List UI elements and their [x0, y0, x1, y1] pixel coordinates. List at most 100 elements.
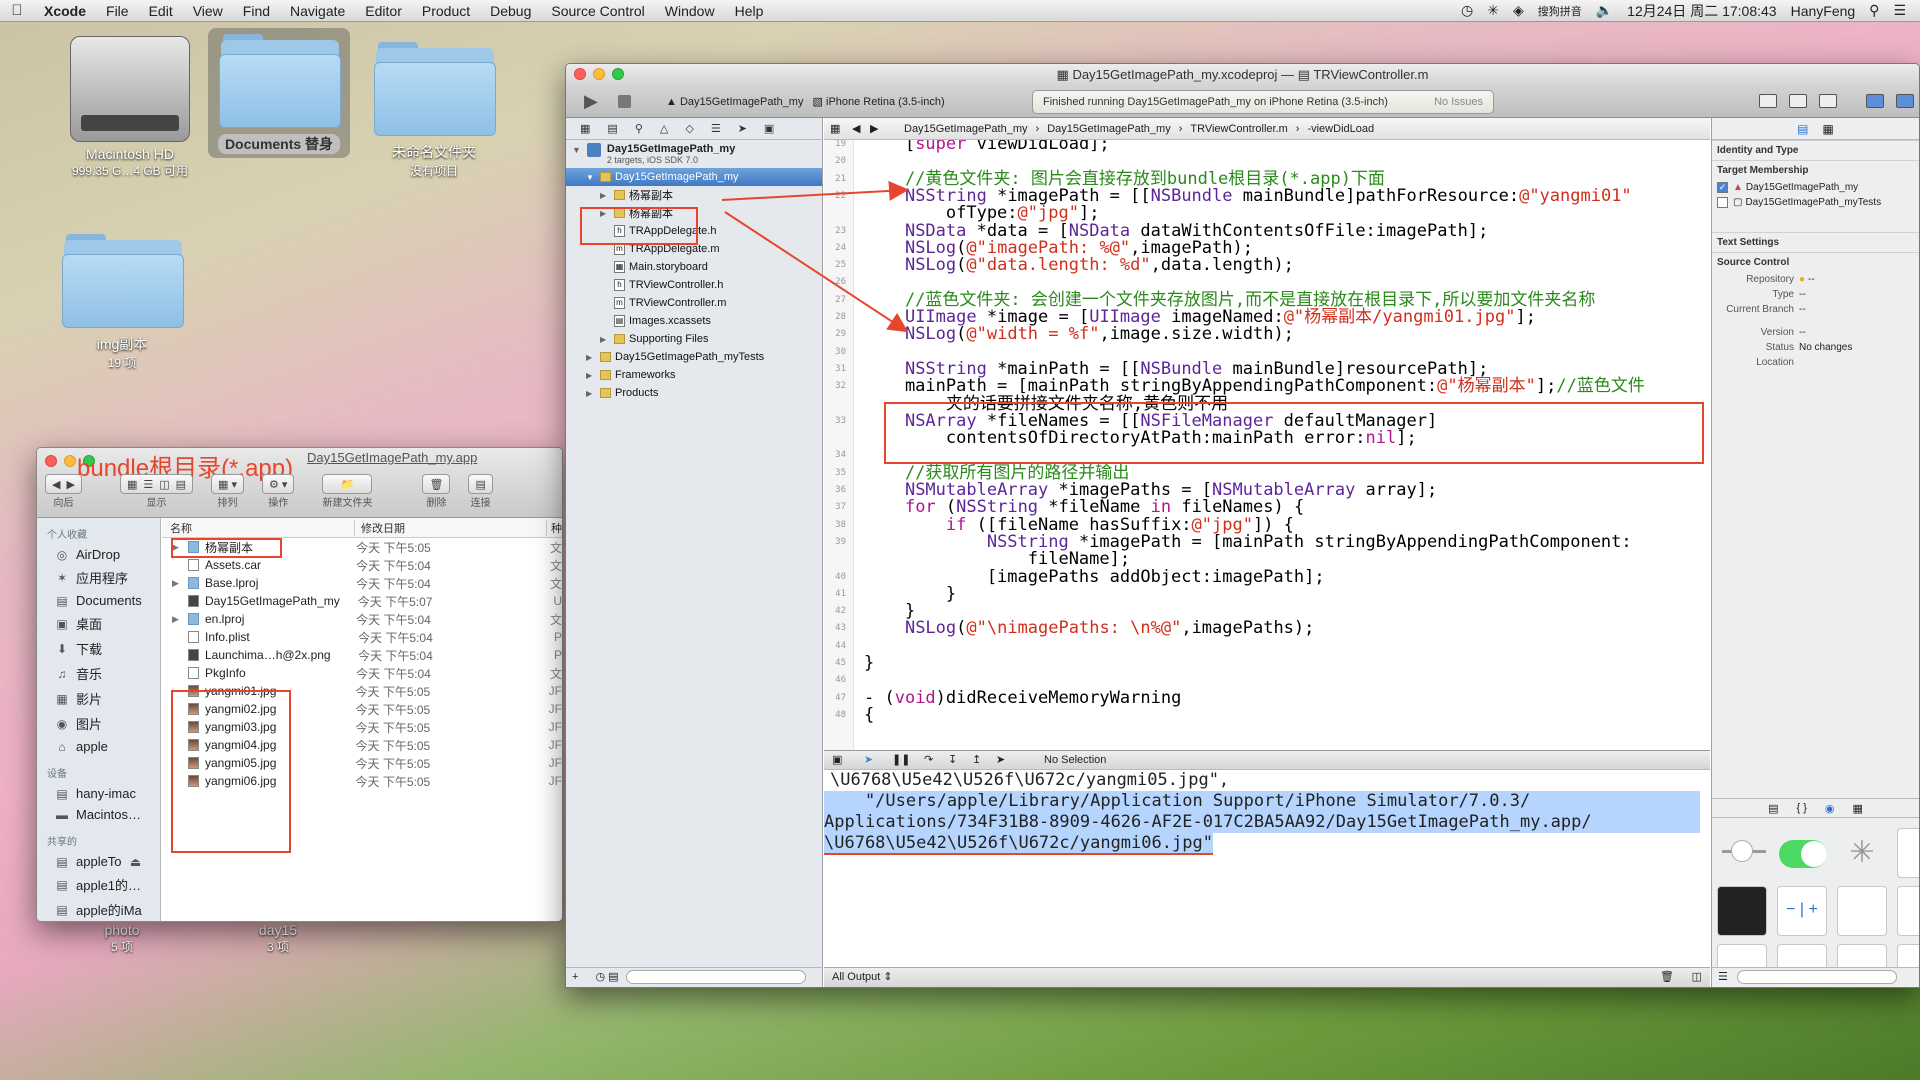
file-row[interactable]: ▶ en.lproj 今天 下午5:04 文 [162, 610, 562, 628]
file-row[interactable]: ▶ 杨幂副本 今天 下午5:05 文 [162, 538, 562, 556]
desktop-icon-untitled-folder[interactable]: 未命名文件夹 没有项目 [364, 40, 504, 179]
menu-view[interactable]: View [183, 3, 233, 19]
console-output[interactable]: \U6768\U5e42\U526f\U672c/yangmi05.jpg", … [824, 770, 1710, 860]
stop-button[interactable] [618, 95, 631, 108]
step-out-icon[interactable]: ↥ [972, 751, 981, 769]
sidebar-item-shared[interactable]: ▤ apple的iMa [37, 897, 160, 921]
time-machine-icon[interactable]: ◷ [1461, 2, 1473, 19]
file-row[interactable]: yangmi01.jpg 今天 下午5:05 JF [162, 682, 562, 700]
back-arrow-icon[interactable]: ◀ [52, 478, 60, 491]
debug-icon[interactable]: ☰ [711, 122, 721, 135]
filter-icon[interactable]: ▤ [608, 971, 618, 983]
switch-object[interactable] [1777, 828, 1827, 878]
file-row[interactable]: Assets.car 今天 下午5:04 文 [162, 556, 562, 574]
disclosure-triangle-icon[interactable]: ▼ [586, 173, 596, 182]
disclosure-triangle-icon[interactable]: ▶ [600, 191, 610, 200]
related-items-icon[interactable]: ▦ [830, 122, 840, 135]
disclosure-triangle-icon[interactable]: ▶ [586, 371, 596, 380]
file-row[interactable]: Day15GetImagePath_my 今天 下午5:07 U [162, 592, 562, 610]
breakpoints-icon[interactable]: ➤ [864, 751, 873, 769]
menu-file[interactable]: File [96, 3, 139, 19]
menu-source-control[interactable]: Source Control [541, 3, 654, 19]
sidebar-item-device[interactable]: ▬ Macintos… [37, 804, 160, 825]
quick-help-icon[interactable]: ▦ [1823, 122, 1834, 136]
jump-bar-symbol[interactable]: -viewDidLoad [1307, 123, 1374, 135]
navigator-item[interactable]: ▶ Day15GetImagePath_myTests [566, 348, 822, 366]
delete-button[interactable]: 🗑 [422, 474, 451, 494]
navigator-item[interactable]: h TRViewController.h [566, 276, 822, 294]
assistant-editor-icon[interactable] [1789, 94, 1807, 108]
breakpoint-icon[interactable]: ➤ [738, 122, 747, 135]
jump-bar-group[interactable]: Day15GetImagePath_my [1047, 123, 1171, 135]
clear-console-icon[interactable]: 🗑 [1660, 968, 1674, 986]
navigator-item[interactable]: ▶ Frameworks [566, 366, 822, 384]
code-area[interactable]: 19 [super viewDidLoad]; 20 21 //黄色文件夹: 图片会… [824, 140, 1710, 750]
spotlight-search-icon[interactable]: ⚲ [1869, 2, 1879, 19]
sidebar-item-airdrop[interactable]: ◎ AirDrop [37, 544, 160, 565]
file-row[interactable]: Info.plist 今天 下午5:04 P [162, 628, 562, 646]
menu-navigate[interactable]: Navigate [280, 3, 355, 19]
checkbox-checked[interactable]: ✓ [1717, 182, 1728, 193]
pause-icon[interactable]: ❚❚ [892, 751, 910, 769]
location-icon[interactable]: ➤ [996, 751, 1005, 769]
coverflow-view-icon[interactable]: ▤ [176, 478, 186, 491]
menu-app[interactable]: Xcode [34, 3, 96, 19]
code-snippet-icon[interactable]: { } [1796, 802, 1806, 814]
jump-bar-project[interactable]: Day15GetImagePath_my [904, 123, 1028, 135]
collection-cell-object[interactable] [1777, 944, 1827, 967]
jump-bar-file[interactable]: TRViewController.m [1190, 123, 1287, 135]
menu-window[interactable]: Window [655, 3, 725, 19]
version-editor-icon[interactable] [1819, 94, 1837, 108]
disclosure-triangle-icon[interactable]: ▶ [586, 389, 596, 398]
collection-view-object[interactable] [1717, 944, 1767, 967]
table-view-object[interactable] [1837, 886, 1887, 936]
standard-editor-icon[interactable] [1759, 94, 1777, 108]
page-control-object[interactable] [1717, 886, 1767, 936]
image-view-object[interactable] [1837, 944, 1887, 967]
navigator-item[interactable]: h TRAppDelegate.h [566, 222, 822, 240]
menu-product[interactable]: Product [412, 3, 480, 19]
connect-button[interactable]: ▤ [468, 474, 493, 494]
library-filter-input[interactable] [1736, 970, 1897, 985]
column-header-date[interactable]: 修改日期 [354, 519, 546, 536]
scheme-selector[interactable]: ▲ Day15GetImagePath_my ▧ iPhone Retina (… [666, 95, 945, 108]
file-row[interactable]: ▶ Base.lproj 今天 下午5:04 文 [162, 574, 562, 592]
navigator-item[interactable]: m TRViewController.m [566, 294, 822, 312]
sidebar-item-downloads[interactable]: ⬇ 下载 [37, 636, 160, 661]
sidebar-item-documents[interactable]: ▤ Documents [37, 590, 160, 611]
clock[interactable]: 12月24日 周二 17:08:43 [1627, 1, 1776, 21]
file-row[interactable]: yangmi06.jpg 今天 下午5:05 JF [162, 772, 562, 790]
close-button[interactable] [574, 68, 586, 80]
target-membership-row[interactable]: ✓ ▲ Day15GetImagePath_my [1712, 180, 1919, 195]
zoom-button[interactable] [612, 68, 624, 80]
slider-object[interactable] [1717, 828, 1767, 878]
step-in-icon[interactable]: ↧ [948, 751, 957, 769]
navigator-toggle-icon[interactable] [1866, 94, 1884, 108]
run-button[interactable]: ▶ [584, 91, 606, 111]
desktop-icon-photo[interactable]: photo 5 项 [62, 922, 182, 955]
file-inspector-icon[interactable]: ▤ [1797, 122, 1808, 136]
sidebar-item-device[interactable]: ▤ hany-imac [37, 783, 160, 804]
menu-debug[interactable]: Debug [480, 3, 541, 19]
object-library-icon[interactable]: ◉ [1825, 802, 1835, 815]
utilities-toggle-icon[interactable] [1896, 94, 1914, 108]
menu-edit[interactable]: Edit [139, 3, 183, 19]
file-row[interactable]: yangmi05.jpg 今天 下午5:05 JF [162, 754, 562, 772]
action-button[interactable]: ⚙ ▾ [262, 474, 295, 494]
disclosure-triangle-icon[interactable]: ▶ [600, 335, 610, 344]
recent-icon[interactable]: ◷ [596, 971, 606, 983]
bluetooth-icon[interactable]: ✳ [1487, 2, 1499, 19]
folder-icon[interactable]: ▦ [580, 122, 590, 135]
table-cell-object[interactable] [1897, 886, 1919, 936]
sidebar-item-shared[interactable]: ▤ appleTo ⏏ [37, 851, 160, 872]
notification-center-icon[interactable]: ☰ [1893, 2, 1906, 19]
file-row[interactable]: Launchima…h@2x.png 今天 下午5:04 P [162, 646, 562, 664]
sidebar-item-home[interactable]: ⌂ apple [37, 736, 160, 757]
navigator-item[interactable]: ▼ Day15GetImagePath_my [566, 168, 822, 186]
issues-status[interactable]: No Issues [1434, 91, 1483, 113]
progress-view-object[interactable] [1897, 828, 1919, 878]
minimize-button[interactable] [64, 455, 76, 467]
list-view-icon[interactable]: ☰ [1718, 971, 1728, 983]
activity-indicator-icon[interactable]: ✳ [1837, 828, 1887, 878]
eject-icon[interactable]: ⏏ [129, 855, 143, 869]
